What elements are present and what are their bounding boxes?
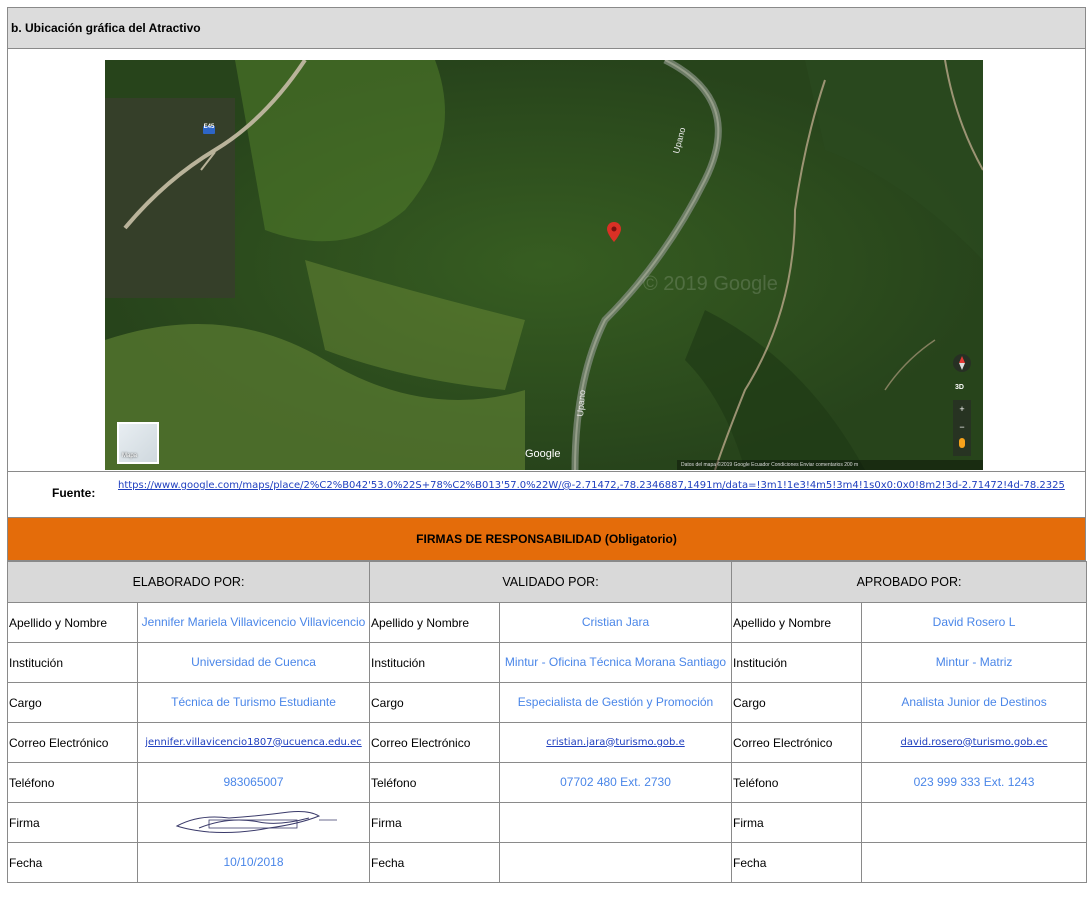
- handwritten-signature: [175, 810, 337, 833]
- field-label: Apellido y Nombre: [7, 602, 138, 643]
- fuente-link[interactable]: https://www.google.com/maps/place/2%C2%B…: [118, 479, 1068, 492]
- field-value: 07702 480 Ext. 2730: [498, 762, 733, 803]
- field-label: Teléfono: [731, 762, 863, 803]
- map-type-thumbnail[interactable]: Mapa: [117, 422, 159, 464]
- satellite-map[interactable]: E45 Upano Upano © 2019 Google Mapa Googl…: [105, 60, 983, 470]
- field-label: Cargo: [7, 682, 138, 723]
- tilt-3d-button[interactable]: 3D: [955, 384, 964, 391]
- field-value: [861, 842, 1088, 883]
- field-label: Correo Electrónico: [731, 722, 863, 763]
- field-label: Fecha: [731, 842, 863, 883]
- field-label: Institución: [7, 642, 138, 683]
- zoom-in-icon[interactable]: +: [953, 400, 971, 418]
- pegman-icon[interactable]: [959, 438, 965, 448]
- map-footer-text[interactable]: Datos del mapa ©2019 Google Ecuador Cond…: [677, 460, 983, 470]
- email-link[interactable]: david.rosero@turismo.gob.ec: [861, 722, 1088, 763]
- satellite-map-image: [105, 60, 983, 470]
- field-value: Especialista de Gestión y Promoción: [498, 682, 733, 723]
- location-marker-icon[interactable]: [607, 222, 621, 242]
- signature-cell: [498, 802, 733, 843]
- signature-cell: [137, 802, 370, 843]
- field-value: [498, 842, 733, 883]
- field-label: Cargo: [731, 682, 863, 723]
- responsabilidad-table: ELABORADO POR: VALIDADO POR: APROBADO PO…: [7, 561, 1088, 883]
- field-value: 10/10/2018: [137, 842, 370, 883]
- signature-cell: [861, 802, 1088, 843]
- email-link[interactable]: cristian.jara@turismo.gob.e: [498, 722, 733, 763]
- field-value: David Rosero L: [861, 602, 1088, 643]
- table-header-row: ELABORADO POR: VALIDADO POR: APROBADO PO…: [7, 561, 1088, 603]
- field-label: Institución: [369, 642, 500, 683]
- field-label: Apellido y Nombre: [369, 602, 500, 643]
- map-watermark: © 2019 Google: [643, 273, 778, 295]
- fuente-row: Fuente: https://www.google.com/maps/plac…: [7, 471, 1086, 517]
- firmas-title: FIRMAS DE RESPONSABILIDAD (Obligatorio): [7, 517, 1086, 561]
- field-value: Analista Junior de Destinos: [861, 682, 1088, 723]
- field-label: Teléfono: [7, 762, 138, 803]
- table-row: Fecha 10/10/2018 Fecha Fecha: [7, 842, 1088, 883]
- road-label: E45: [203, 124, 215, 130]
- field-value: Técnica de Turismo Estudiante: [137, 682, 370, 723]
- table-row: Apellido y Nombre Jennifer Mariela Villa…: [7, 602, 1088, 643]
- field-value: 983065007: [137, 762, 370, 803]
- column-header-validado: VALIDADO POR:: [368, 561, 733, 603]
- field-value: Universidad de Cuenca: [137, 642, 370, 683]
- field-value: Jennifer Mariela Villavicencio Villavice…: [137, 602, 370, 643]
- table-row: Firma Firma Firma: [7, 802, 1088, 843]
- zoom-out-icon[interactable]: −: [953, 418, 971, 436]
- field-label: Correo Electrónico: [7, 722, 138, 763]
- field-label: Firma: [731, 802, 863, 843]
- table-row: Correo Electrónico jennifer.villavicenci…: [7, 722, 1088, 763]
- compass-icon[interactable]: [953, 354, 971, 372]
- field-value: Mintur - Matriz: [861, 642, 1088, 683]
- field-label: Correo Electrónico: [369, 722, 500, 763]
- field-label: Teléfono: [369, 762, 500, 803]
- field-value: Cristian Jara: [498, 602, 733, 643]
- table-row: Teléfono 983065007 Teléfono 07702 480 Ex…: [7, 762, 1088, 803]
- map-footer-bar: Datos del mapa ©2019 Google Ecuador Cond…: [677, 460, 983, 470]
- field-value: Mintur - Oficina Técnica Morana Santiago: [498, 642, 733, 683]
- field-label: Institución: [731, 642, 863, 683]
- google-logo: Google: [525, 448, 561, 460]
- field-value: 023 999 333 Ext. 1243: [861, 762, 1088, 803]
- field-label: Apellido y Nombre: [731, 602, 863, 643]
- section-header: b. Ubicación gráfica del Atractivo: [7, 7, 1086, 49]
- ficha-sheet: b. Ubicación gráfica del Atractivo E45 U…: [7, 7, 1088, 918]
- field-label: Fecha: [369, 842, 500, 883]
- table-row: Cargo Técnica de Turismo Estudiante Carg…: [7, 682, 1088, 723]
- column-header-elaborado: ELABORADO POR:: [7, 561, 370, 603]
- email-link[interactable]: jennifer.villavicencio1807@ucuenca.edu.e…: [137, 722, 370, 763]
- table-row: Institución Universidad de Cuenca Instit…: [7, 642, 1088, 683]
- field-label: Cargo: [369, 682, 500, 723]
- fuente-label: Fuente:: [52, 486, 96, 500]
- zoom-controls: + −: [953, 400, 971, 456]
- field-label: Firma: [369, 802, 500, 843]
- map-cell: E45 Upano Upano © 2019 Google Mapa Googl…: [7, 48, 1086, 471]
- field-label: Fecha: [7, 842, 138, 883]
- column-header-aprobado: APROBADO POR:: [731, 561, 1088, 603]
- map-type-label: Mapa: [122, 453, 138, 459]
- field-label: Firma: [7, 802, 138, 843]
